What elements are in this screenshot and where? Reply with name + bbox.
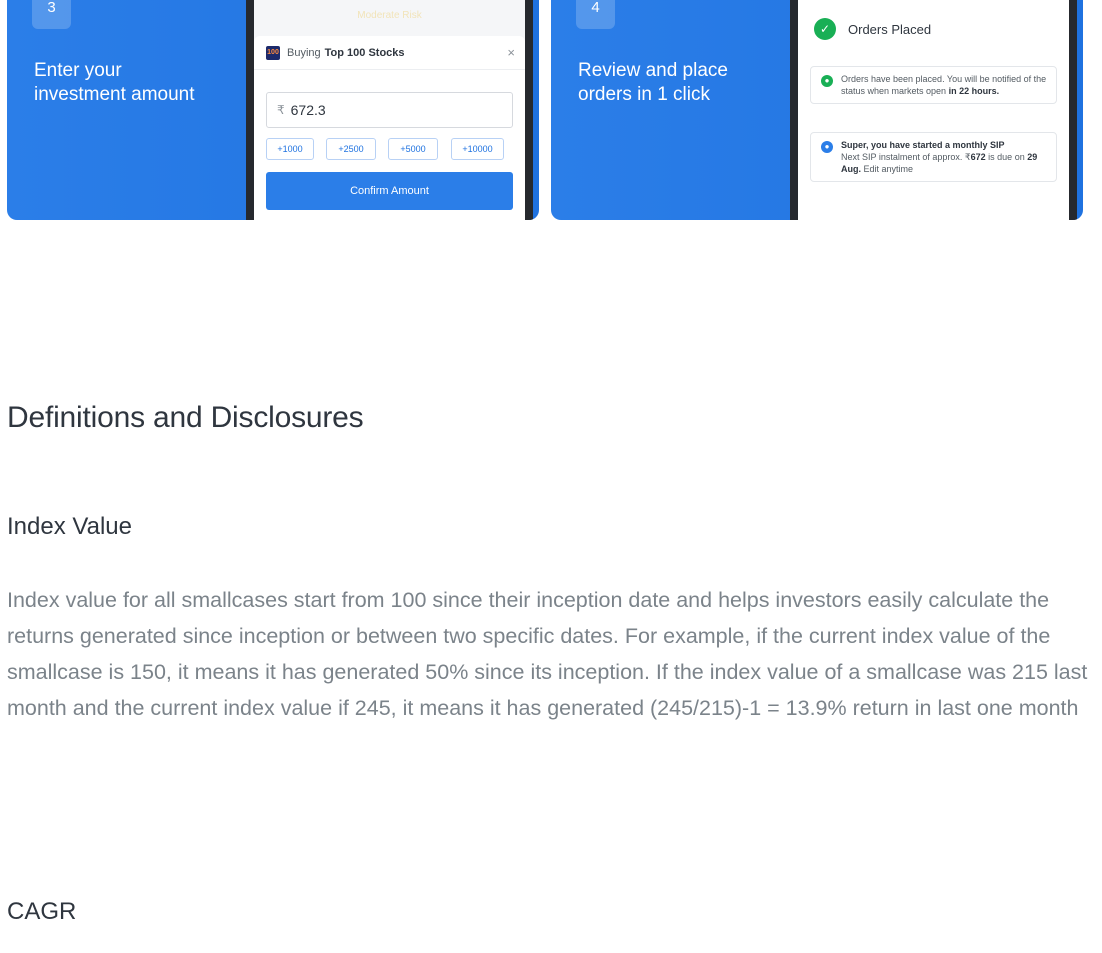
confirm-amount-button[interactable]: Confirm Amount [266,172,513,210]
phone-screen: ✓ Orders Placed ● Orders have been place… [798,0,1069,220]
amount-input[interactable]: ₹ 672.3 [266,92,513,128]
step-number-badge: 3 [32,0,71,29]
index-value-description: Index value for all smallcases start fro… [7,588,1088,720]
sip-notice-title: Super, you have started a monthly SIP [841,140,1005,150]
thumbs-up-icon: ● [821,75,833,87]
step-description: Review and place orders in 1 click [578,60,728,105]
sheet-header: 100 Buying Top 100 Stocks × [254,36,525,70]
orders-notice-text: Orders have been placed. You will be not… [841,74,1047,96]
close-icon[interactable]: × [507,45,515,60]
sip-amount: 672 [970,152,986,162]
rupee-icon: ₹ [277,103,285,117]
step-card-4: 4 Review and place orders in 1 click ✓ O… [551,0,1083,220]
phone-screen: Moderate Risk 100 Buying Top 100 Stocks … [254,0,525,220]
amount-value: 672.3 [290,102,326,118]
step-number-badge: 4 [576,0,615,29]
phone-mockup: ✓ Orders Placed ● Orders have been place… [790,0,1077,220]
sip-notice-text: Next SIP instalment of approx. ₹ [841,152,971,162]
step-card-3: 3 Enter your investment amount Moderate … [7,0,539,220]
buying-prefix: Buying [287,46,321,59]
sip-edit-note: Edit anytime [863,164,914,174]
quick-add-1000-button[interactable]: +1000 [266,138,314,160]
sip-due-label: is due on [988,152,1025,162]
smallcase-name: Top 100 Stocks [324,46,405,59]
quick-add-5000-button[interactable]: +5000 [388,138,438,160]
quick-add-2500-button[interactable]: +2500 [326,138,376,160]
phone-mockup: Moderate Risk 100 Buying Top 100 Stocks … [246,0,533,220]
definitions-heading: Definitions and Disclosures [7,401,364,434]
cagr-title: CAGR [7,898,77,925]
risk-label: Moderate Risk [357,10,422,21]
check-circle-icon: ✓ [814,18,836,40]
smallcase-logo-icon: 100 [266,45,280,60]
quick-add-10000-button[interactable]: +10000 [451,138,504,160]
step-description: Enter your investment amount [34,60,195,105]
sip-notice: ● Super, you have started a monthly SIP … [810,132,1057,182]
index-value-title: Index Value [7,513,132,540]
orders-notice: ● Orders have been placed. You will be n… [810,66,1057,104]
thumbs-up-icon: ● [821,141,833,153]
orders-placed-title: Orders Placed [848,22,932,37]
amount-sheet: 100 Buying Top 100 Stocks × ₹ 672.3 +100… [254,36,525,220]
orders-notice-time: in 22 hours. [948,86,1000,96]
